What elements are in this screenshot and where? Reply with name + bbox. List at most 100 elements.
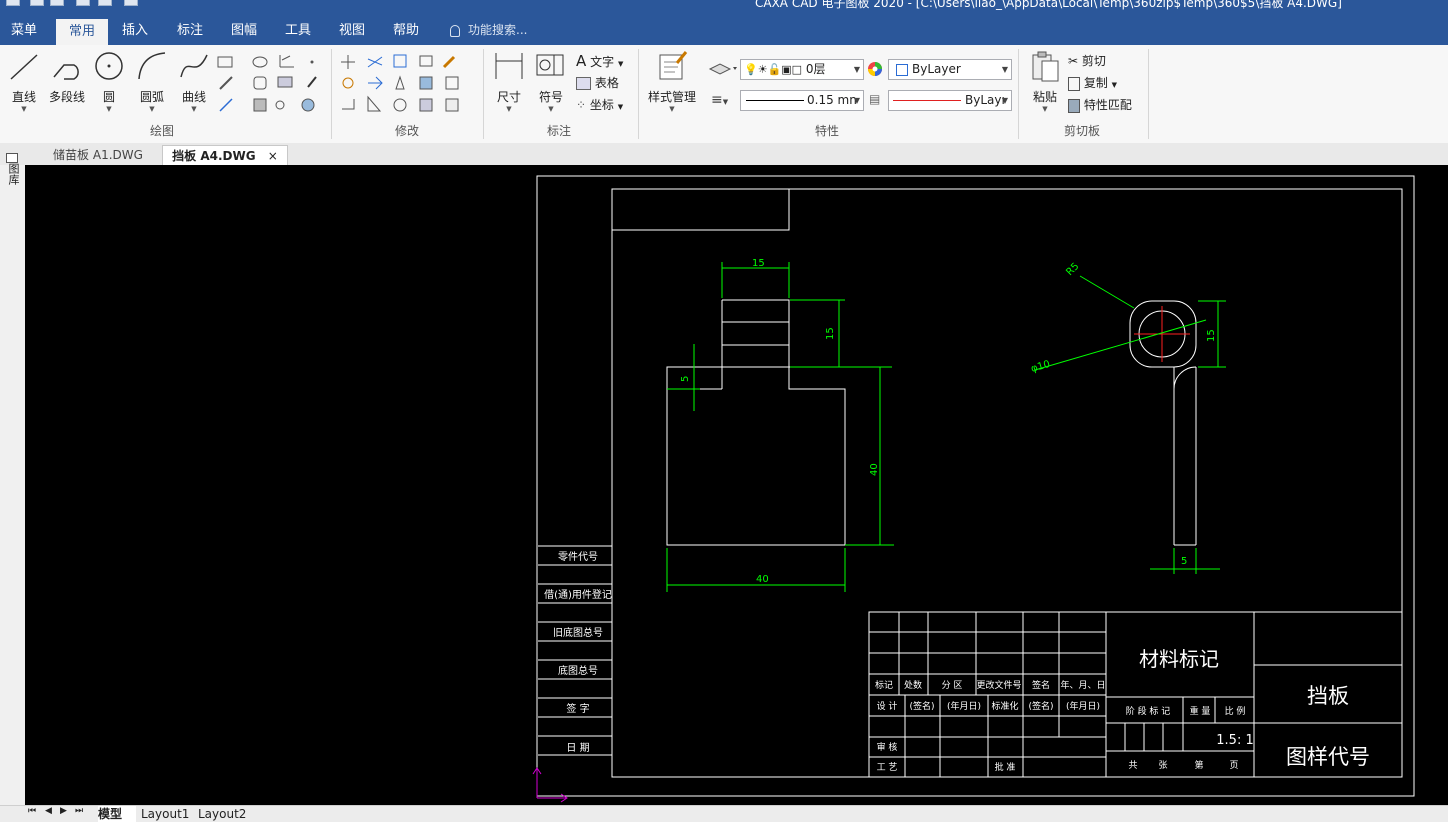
block-icon[interactable] [253, 98, 267, 112]
circle-button[interactable]: 圆 ▼ [92, 49, 126, 113]
donut-icon[interactable] [275, 100, 285, 110]
library-pin-icon[interactable] [6, 153, 18, 163]
open-file-icon[interactable] [50, 0, 64, 6]
round-rect-icon[interactable] [253, 76, 267, 90]
layer-manager-icon[interactable] [708, 61, 738, 77]
rotate-icon[interactable] [342, 77, 354, 89]
arc-button-label: 圆弧 [139, 90, 164, 104]
paste-button[interactable]: 粘贴 ▼ [1026, 49, 1064, 113]
left-column-label: 借(通)用件登记 [544, 588, 612, 601]
hatch-icon[interactable] [277, 76, 293, 88]
clipboard-group-label: 剪切板 [1064, 124, 1101, 138]
chevron-down-icon: ▼ [1111, 81, 1118, 89]
tab-seedling-board[interactable]: 储苗板 A1.DWG [42, 145, 154, 165]
coordinate-button[interactable]: ⁘ 坐标 ▼ [576, 96, 623, 113]
rectangle-icon[interactable] [217, 56, 233, 68]
point-icon[interactable] [310, 60, 314, 64]
style-manager-button[interactable]: 样式管理 ▼ [644, 49, 700, 113]
construction-line-icon[interactable] [219, 98, 233, 112]
chevron-down-icon: ▼ [1001, 96, 1008, 105]
edit-icon[interactable] [445, 98, 459, 112]
sheet-label: 页 [1229, 760, 1238, 771]
thick-line-icon[interactable] [219, 76, 233, 90]
layer-value: 0层 [805, 62, 826, 76]
review-label: 审 核 [877, 741, 898, 753]
chamfer-icon[interactable] [367, 95, 382, 112]
cut-button[interactable]: ✂ 剪切 [1068, 52, 1106, 69]
print-icon[interactable] [98, 0, 112, 6]
style-manager-icon [659, 51, 688, 80]
angle-icon[interactable] [279, 55, 294, 68]
match-properties-button[interactable]: 特性匹配 [1068, 96, 1132, 113]
dimension-button[interactable]: 尺寸 ▼ [490, 49, 528, 113]
app-icon[interactable] [6, 0, 20, 6]
break-icon[interactable] [393, 98, 407, 112]
feature-search[interactable]: 功能搜索... [450, 16, 527, 45]
center-lines [1134, 306, 1190, 362]
curve-button[interactable]: 曲线 ▼ [176, 49, 212, 113]
ellipse-icon[interactable] [252, 56, 268, 68]
save-icon[interactable] [76, 0, 90, 6]
fill-icon[interactable] [301, 98, 315, 112]
linewidth-select[interactable]: 0.15 mn ▼ [740, 90, 864, 111]
approve-label: 批 准 [995, 761, 1016, 773]
linetype-select[interactable]: ByLayı ▼ [888, 90, 1012, 111]
menu-item-annotate[interactable]: 标注 [166, 16, 214, 45]
match-properties-label: 特性匹配 [1083, 98, 1132, 112]
arc-button[interactable]: 圆弧 ▼ [134, 49, 170, 113]
explode-icon[interactable] [419, 98, 433, 112]
polyline-button[interactable]: 多段线 [46, 49, 88, 105]
move-icon[interactable] [341, 55, 355, 69]
menu-item-menu[interactable]: 菜单 [0, 16, 48, 45]
drawing-code-label: 图样代号 [1286, 745, 1370, 769]
fillet-icon[interactable] [342, 99, 355, 110]
layer-select[interactable]: 💡☀🔓▣□ 0层 ▼ [740, 59, 864, 80]
dimension-label: 40 [869, 463, 880, 476]
color-select[interactable]: ByLayer ▼ [888, 59, 1012, 80]
array-icon[interactable] [393, 54, 407, 68]
text-button[interactable]: A 文字 ▼ [576, 52, 623, 70]
menu-item-insert[interactable]: 插入 [112, 16, 158, 45]
next-layout-icon[interactable]: ▶ [60, 806, 67, 816]
drawing-canvas[interactable]: 零件代号 借(通)用件登记 旧底图总号 底图总号 签 字 日 期 15 15 5… [25, 165, 1448, 805]
tab-layout2[interactable]: Layout2 [198, 806, 248, 822]
extend-icon[interactable] [368, 76, 383, 90]
menu-item-tools[interactable]: 工具 [274, 16, 322, 45]
menu-item-view[interactable]: 视图 [328, 16, 376, 45]
scale-icon[interactable] [419, 76, 433, 90]
arrow-icon[interactable] [307, 76, 317, 88]
trim-icon[interactable] [367, 56, 383, 68]
last-layout-icon[interactable]: ⏭ [75, 806, 83, 816]
text-icon: A [576, 52, 587, 70]
undo-icon[interactable] [124, 0, 138, 6]
chevron-down-icon: ▼ [853, 96, 860, 105]
tab-layout1[interactable]: Layout1 [141, 806, 191, 822]
mirror-icon[interactable] [395, 75, 405, 90]
header-cell: 年、月、日 [1060, 679, 1105, 691]
menu-item-common[interactable]: 常用 [56, 19, 108, 45]
pencil-icon[interactable] [442, 55, 456, 69]
stretch-icon[interactable] [419, 55, 433, 67]
tab-baffle[interactable]: 挡板 A4.DWG × [162, 145, 288, 166]
symbol-button[interactable]: 符号 ▼ [534, 49, 568, 113]
library-panel-tab[interactable]: 图库 [5, 163, 20, 185]
copy-button[interactable]: 复制 ▼ [1068, 74, 1117, 91]
window-title: CAXA CAD 电子图板 2020 - [C:\Users\liao_\App… [755, 0, 1342, 10]
table-button[interactable]: 表格 [576, 74, 619, 91]
new-file-icon[interactable] [30, 0, 44, 6]
tab-model[interactable]: 模型 [98, 806, 136, 822]
color-wheel-icon[interactable] [867, 61, 883, 77]
document-tabs: 储苗板 A1.DWG 挡板 A4.DWG × [0, 143, 1448, 166]
menu-item-sheet[interactable]: 图幅 [220, 16, 268, 45]
prev-layout-icon[interactable]: ◀ [45, 806, 52, 816]
stage-label: 重 量 [1190, 705, 1211, 717]
first-layout-icon[interactable]: ⏮ [28, 806, 36, 816]
offset-icon[interactable] [445, 76, 459, 90]
close-icon[interactable]: × [268, 149, 278, 163]
drawing-code-box [611, 188, 790, 231]
menu-item-help[interactable]: 帮助 [382, 16, 430, 45]
library-label: 图库 [7, 163, 20, 185]
symbol-icon [536, 54, 564, 76]
layer-state-icons: 💡☀🔓▣□ [744, 63, 803, 76]
line-button[interactable]: 直线 ▼ [6, 49, 42, 113]
